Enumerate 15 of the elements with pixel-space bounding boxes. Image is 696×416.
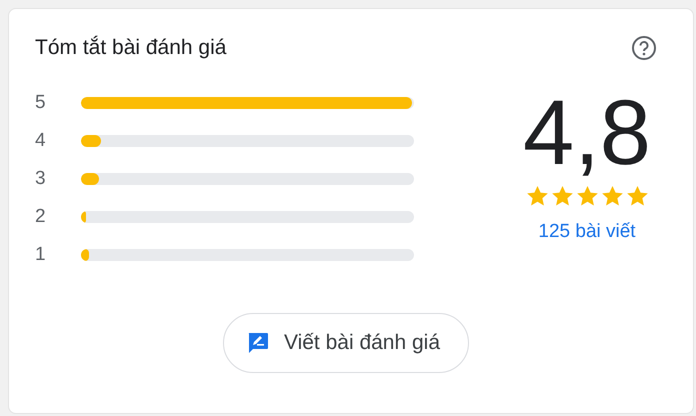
star-count-label: 2	[35, 206, 47, 228]
average-rating: 4,8	[523, 87, 651, 179]
star-count-label: 3	[35, 168, 47, 190]
help-icon[interactable]	[631, 35, 657, 61]
star-icon	[600, 185, 624, 207]
star-count-label: 4	[35, 130, 47, 152]
write-review-button[interactable]: Viết bài đánh giá	[222, 313, 470, 373]
star-icon	[550, 185, 574, 207]
star-count-label: 5	[35, 92, 47, 114]
review-count-link[interactable]: 125 bài viết	[538, 221, 636, 243]
star-icon	[626, 185, 648, 207]
section-title: Tóm tắt bài đánh giá	[35, 36, 226, 60]
star-icon	[526, 185, 548, 207]
star-icon	[576, 185, 598, 207]
star-count-label: 1	[35, 244, 47, 266]
